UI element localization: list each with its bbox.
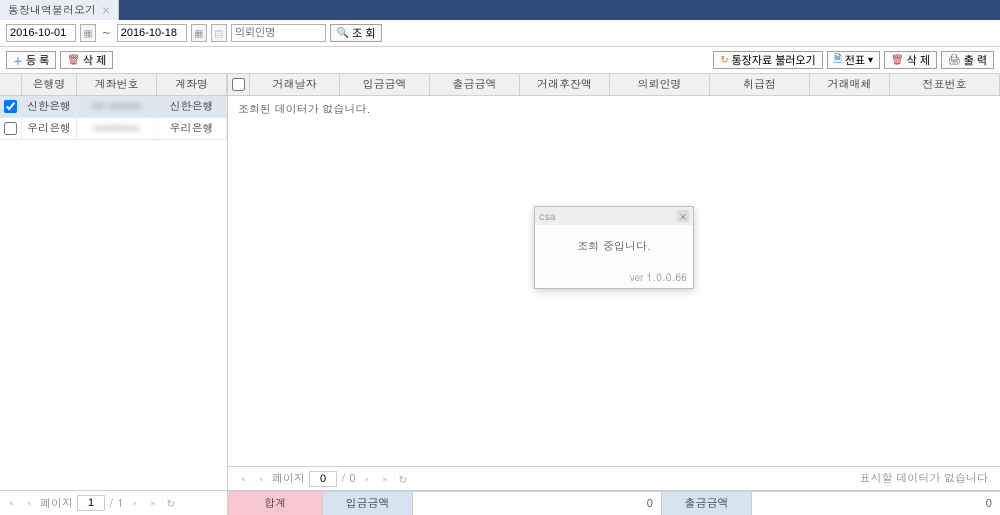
tab-title: 통장내역불러오기 (8, 3, 96, 18)
delete-label: 삭 제 (83, 52, 106, 68)
table-row[interactable]: 신한은행 ••• •••••••• 신한은행 (0, 96, 227, 118)
in-header[interactable]: 입금금액 (340, 74, 430, 95)
in-label: 입금금액 (323, 492, 413, 515)
page-input[interactable] (309, 471, 337, 487)
trash-icon: 🗑 (891, 55, 904, 66)
transaction-grid-body: 조회된 데이터가 없습니다. csa × 조회 중입니다. ver 1.0.0.… (228, 96, 1000, 466)
accno-cell: ••••••••••• (77, 118, 157, 139)
first-page-icon[interactable]: « (236, 472, 250, 486)
check-all-header[interactable] (228, 74, 250, 95)
accno-cell: ••• •••••••• (77, 96, 157, 117)
search-icon: 🔍 (337, 28, 349, 39)
account-grid: 은행명 계좌번호 계좌명 신한은행 ••• •••••••• 신한은행 우리은행… (0, 74, 227, 490)
total-label: 합계 (228, 492, 323, 515)
check-all[interactable] (232, 78, 245, 91)
titlebar: 통장내역불러오기 × (0, 0, 1000, 20)
receipt-button[interactable]: 🗎 전표 ▾ (827, 51, 880, 69)
printer-icon: 🖨 (948, 55, 961, 66)
grid-header: 은행명 계좌번호 계좌명 (0, 74, 227, 96)
load-label: 통장자료 불러오기 (732, 52, 816, 68)
print-button[interactable]: 🖨 출 력 (941, 51, 994, 69)
tilde: ~ (100, 26, 113, 41)
chevron-down-icon: ▾ (868, 55, 873, 66)
prev-page-icon[interactable]: ‹ (22, 496, 36, 510)
close-icon[interactable]: × (677, 210, 689, 222)
summary-bar: 합계 입금금액 0 출금금액 0 (228, 491, 1000, 515)
calendar-icon[interactable]: ▦ (191, 24, 207, 42)
empty-text: 조회된 데이터가 없습니다. (238, 102, 370, 117)
register-label: 등 록 (26, 52, 49, 68)
plus-icon: ＋ (13, 53, 23, 68)
refresh-icon[interactable]: ↻ (164, 496, 178, 510)
out-header[interactable]: 출금금액 (430, 74, 520, 95)
date-from-input[interactable] (6, 24, 76, 42)
search-button[interactable]: 🔍 조 회 (330, 24, 383, 42)
date-to-input[interactable] (117, 24, 187, 42)
voucher-header[interactable]: 전표번호 (890, 74, 1000, 95)
search-toolbar: ▦ ~ ▦ ▤ 🔍 조 회 (0, 20, 1000, 47)
bank-cell: 신한은행 (22, 96, 77, 117)
next-page-icon[interactable]: › (360, 472, 374, 486)
refresh-icon[interactable]: ↻ (396, 472, 410, 486)
last-page-icon[interactable]: » (378, 472, 392, 486)
delete2-label: 삭 제 (907, 52, 930, 68)
date-header[interactable]: 거래날자 (250, 74, 340, 95)
left-pager: « ‹ 페이지 / 1 › » ↻ (0, 491, 228, 515)
row-checkbox[interactable] (4, 122, 17, 135)
delete-button[interactable]: 🗑 삭 제 (60, 51, 113, 69)
right-pager: « ‹ 페이지 / 0 › » ↻ 표시할 데이터가 없습니다. (228, 466, 1000, 490)
bottom-bar: « ‹ 페이지 / 1 › » ↻ 합계 입금금액 0 출금금액 0 (0, 490, 1000, 514)
next-page-icon[interactable]: › (128, 496, 142, 510)
delete2-button[interactable]: 🗑 삭 제 (884, 51, 937, 69)
dialog-version: ver 1.0.0.66 (535, 268, 693, 288)
dialog-header[interactable]: csa × (535, 207, 693, 225)
bank-header[interactable]: 은행명 (22, 74, 77, 95)
client-input[interactable] (231, 24, 326, 42)
in-value: 0 (413, 492, 662, 515)
page-label: 페이지 (40, 496, 73, 511)
accname-cell: 우리은행 (157, 118, 227, 139)
register-button[interactable]: ＋ 등 록 (6, 51, 56, 69)
accname-cell: 신한은행 (157, 96, 227, 117)
left-panel: 은행명 계좌번호 계좌명 신한은행 ••• •••••••• 신한은행 우리은행… (0, 74, 228, 490)
load-button[interactable]: ↻ 통장자료 불러오기 (713, 51, 822, 69)
dialog-message: 조회 중입니다. (535, 225, 693, 268)
trash-icon: 🗑 (67, 55, 80, 66)
page-total: / 1 (109, 496, 124, 511)
loading-dialog: csa × 조회 중입니다. ver 1.0.0.66 (534, 206, 694, 289)
main-split: 은행명 계좌번호 계좌명 신한은행 ••• •••••••• 신한은행 우리은행… (0, 74, 1000, 490)
last-page-icon[interactable]: » (146, 496, 160, 510)
accname-header[interactable]: 계좌명 (157, 74, 227, 95)
dialog-title: csa (539, 209, 556, 223)
transaction-grid-header: 거래날자 입금금액 출금금액 거래후잔액 의뢰인명 취급점 거래매체 전표번호 (228, 74, 1000, 96)
prev-page-icon[interactable]: ‹ (254, 472, 268, 486)
branch-header[interactable]: 취급점 (710, 74, 810, 95)
page-label: 페이지 (272, 471, 305, 486)
refresh-icon: ↻ (720, 55, 728, 66)
table-row[interactable]: 우리은행 ••••••••••• 우리은행 (0, 118, 227, 140)
active-tab[interactable]: 통장내역불러오기 × (0, 0, 119, 20)
document-icon: 🗎 (834, 52, 842, 69)
check-all-header[interactable] (0, 74, 22, 95)
medium-header[interactable]: 거래매체 (810, 74, 890, 95)
out-value: 0 (752, 492, 1000, 515)
bank-cell: 우리은행 (22, 118, 77, 139)
right-panel: 거래날자 입금금액 출금금액 거래후잔액 의뢰인명 취급점 거래매체 전표번호 … (228, 74, 1000, 490)
after-header[interactable]: 거래후잔액 (520, 74, 610, 95)
close-icon[interactable]: × (102, 3, 110, 17)
accno-header[interactable]: 계좌번호 (77, 74, 157, 95)
action-toolbar: ＋ 등 록 🗑 삭 제 ↻ 통장자료 불러오기 🗎 전표 ▾ 🗑 삭 제 🖨 출… (0, 47, 1000, 74)
calendar-icon[interactable]: ▦ (80, 24, 96, 42)
date-preset-icon[interactable]: ▤ (211, 24, 227, 42)
empty-message: 표시할 데이터가 없습니다. (860, 471, 992, 486)
row-checkbox[interactable] (4, 100, 17, 113)
print-label: 출 력 (964, 52, 987, 68)
page-total: / 0 (341, 471, 356, 486)
first-page-icon[interactable]: « (4, 496, 18, 510)
page-input[interactable] (77, 495, 105, 511)
search-label: 조 회 (352, 25, 375, 41)
receipt-label: 전표 (845, 52, 865, 68)
out-label: 출금금액 (662, 492, 752, 515)
client-header[interactable]: 의뢰인명 (610, 74, 710, 95)
